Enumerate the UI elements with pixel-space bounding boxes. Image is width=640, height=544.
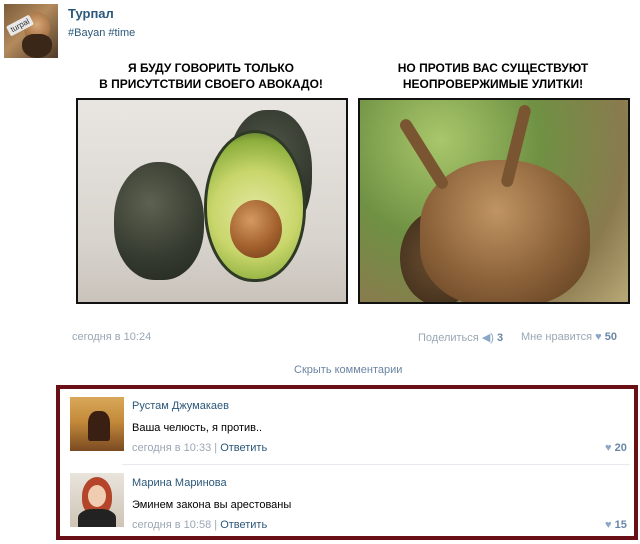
snail-tentacle-left [397, 116, 451, 192]
avatar-beard [22, 34, 52, 58]
like-count: 50 [604, 331, 617, 343]
meme-image[interactable]: Я БУДУ ГОВОРИТЬ ТОЛЬКО В ПРИСУТСТВИИ СВО… [72, 58, 632, 308]
share-button[interactable]: Поделиться ◀) 3 [418, 331, 503, 344]
post-time-text: сегодня в 10:24 [72, 331, 152, 343]
avatar-shirt [78, 509, 116, 527]
comment-time[interactable]: сегодня в 10:33 [132, 442, 211, 454]
comment-like-count: 20 [614, 442, 627, 454]
avatar-figure [88, 411, 110, 441]
comment-author[interactable]: Рустам Джумакаев [132, 400, 229, 412]
post-tags[interactable]: #Bayan #time [68, 27, 135, 39]
like-button[interactable]: Мне нравится ♥ 50 [521, 331, 617, 343]
author-avatar[interactable]: turpal [4, 4, 58, 58]
meme-panel-avocado: Я БУДУ ГОВОРИТЬ ТОЛЬКО В ПРИСУТСТВИИ СВО… [72, 58, 350, 308]
avocado-photo [76, 98, 348, 304]
comment-like-button[interactable]: ♥ 20 [605, 442, 627, 454]
comment-divider [122, 464, 630, 465]
meme-caption-left: Я БУДУ ГОВОРИТЬ ТОЛЬКО В ПРИСУТСТВИИ СВО… [99, 61, 323, 91]
megaphone-icon: ◀) [481, 332, 494, 344]
meme-caption-right: НО ПРОТИВ ВАС СУЩЕСТВУЮТ НЕОПРОВЕРЖИМЫЕ … [397, 61, 589, 91]
post-author[interactable]: Турпал [68, 6, 114, 21]
share-count: 3 [497, 332, 504, 344]
comments-box: Рустам Джумакаев Ваша челюсть, я против.… [56, 385, 638, 540]
comment-avatar[interactable] [70, 397, 124, 451]
heart-icon: ♥ [605, 442, 612, 454]
share-label: Поделиться [418, 332, 479, 344]
comment-like-count: 15 [614, 519, 627, 531]
like-label: Мне нравится [521, 331, 593, 343]
reply-button[interactable]: Ответить [220, 519, 267, 531]
comment-meta: сегодня в 10:33 | Ответить [132, 442, 267, 454]
post-time[interactable]: сегодня в 10:24 [72, 331, 151, 343]
heart-icon: ♥ [595, 331, 602, 343]
hide-comments-link[interactable]: Скрыть комментарии [294, 364, 402, 376]
comment-text: Ваша челюсть, я против.. [132, 422, 263, 434]
heart-icon: ♥ [605, 519, 612, 531]
comment-avatar[interactable] [70, 473, 124, 527]
reply-button[interactable]: Ответить [220, 442, 267, 454]
comment-author[interactable]: Марина Маринова [132, 477, 227, 489]
comment-like-button[interactable]: ♥ 15 [605, 519, 627, 531]
comment-time[interactable]: сегодня в 10:58 [132, 519, 211, 531]
comment-meta: сегодня в 10:58 | Ответить [132, 519, 267, 531]
snail-photo [358, 98, 630, 304]
avatar-face [88, 485, 106, 507]
meme-panel-snail: НО ПРОТИВ ВАС СУЩЕСТВУЮТ НЕОПРОВЕРЖИМЫЕ … [354, 58, 632, 308]
avocado-whole-left [114, 162, 204, 280]
comment-text: Эминем закона вы арестованы [132, 499, 292, 511]
avocado-pit [230, 200, 282, 258]
